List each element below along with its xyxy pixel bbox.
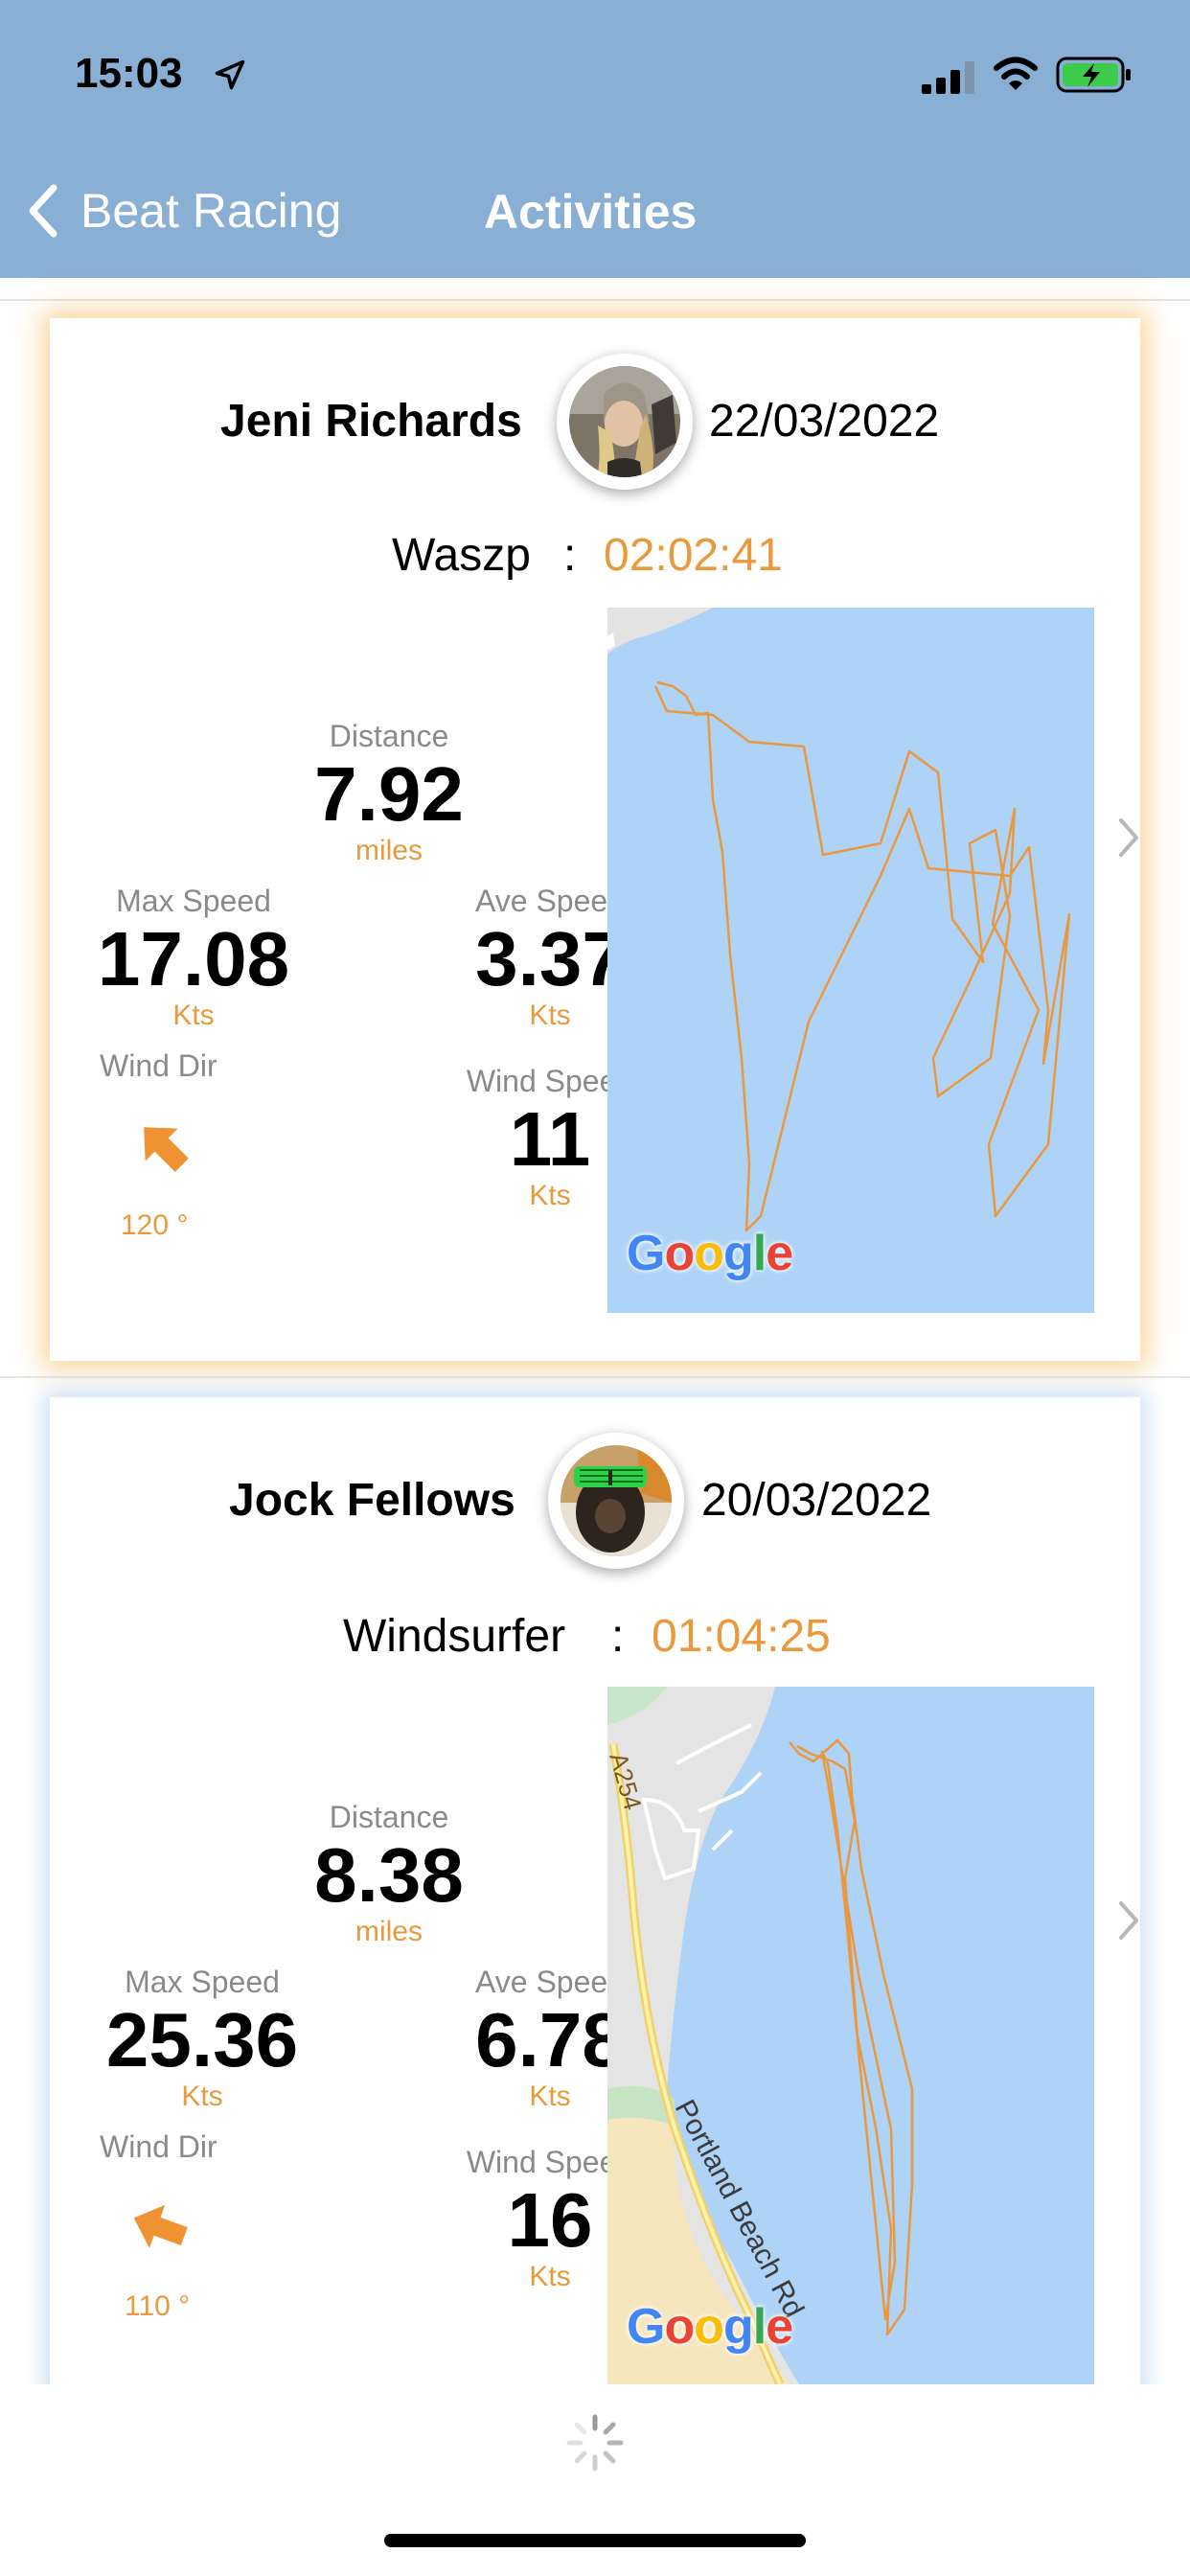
distance-label: Distance — [329, 1800, 449, 1834]
distance-value: 8.38 — [314, 1832, 464, 1918]
chevron-right-icon[interactable] — [1115, 1898, 1142, 1944]
chevron-right-icon[interactable] — [1115, 815, 1142, 861]
activity-card[interactable]: Jock Fellows 20/03/2022 Windsurfer : 01:… — [50, 1397, 1140, 2451]
activity-header: Jeni Richards 22/03/2022 — [50, 354, 1140, 491]
wind-direction-arrow-icon — [144, 1127, 189, 1172]
activity-header: Jock Fellows 20/03/2022 — [50, 1433, 1140, 1570]
max-speed-stat: Max Speed 17.08 Kts — [50, 884, 337, 1032]
craft-type: Windsurfer — [343, 1611, 566, 1662]
distance-unit: miles — [355, 1916, 423, 1947]
user-name: Jock Fellows — [229, 1475, 515, 1526]
wind-direction-arrow-icon — [133, 2204, 188, 2248]
max-speed-stat: Max Speed 25.36 Kts — [50, 1965, 355, 2113]
location-arrow-icon — [215, 59, 245, 90]
avatar-photo — [561, 1445, 672, 1556]
cellular-signal-icon — [922, 61, 974, 94]
avatar[interactable] — [548, 1433, 684, 1569]
max-speed-value: 17.08 — [97, 916, 290, 1001]
wind-dir-value: 120 ° — [121, 1209, 189, 1241]
activity-duration: 02:02:41 — [604, 530, 783, 581]
map-canvas: A254 Portland Beach Rd — [607, 1687, 914, 2384]
home-indicator[interactable] — [384, 2534, 806, 2547]
list-divider — [0, 299, 1190, 301]
distance-label: Distance — [329, 719, 449, 753]
wind-dir-label: Wind Dir — [100, 2129, 217, 2164]
user-name: Jeni Richards — [220, 396, 522, 447]
header: 15:03 Beat Racing Activities — [0, 0, 1190, 278]
activity-duration: 01:04:25 — [652, 1611, 831, 1662]
chevron-left-icon — [29, 184, 57, 238]
max-speed-value: 25.36 — [105, 1997, 299, 2082]
craft-type: Waszp — [392, 530, 531, 581]
max-speed-unit: Kts — [181, 2081, 223, 2112]
back-label: Beat Racing — [80, 184, 342, 238]
activity-date: 22/03/2022 — [709, 396, 940, 447]
max-speed-label: Max Speed — [116, 884, 271, 918]
battery-charging-icon — [1056, 57, 1131, 93]
distance-stat: Distance 7.92 miles — [203, 719, 575, 867]
track-map[interactable]: A254 Portland Beach Rd Google — [607, 1687, 1094, 2384]
loading-spinner-icon — [566, 2414, 624, 2472]
distance-stat: Distance 8.38 miles — [203, 1800, 575, 1948]
track-map[interactable]: Google — [607, 608, 1094, 1313]
activity-card[interactable]: Jeni Richards 22/03/2022 Waszp : 02:02:4… — [50, 318, 1140, 1361]
wind-dir-value: 110 ° — [125, 2290, 191, 2322]
max-speed-label: Max Speed — [125, 1965, 280, 1999]
list-divider — [0, 1376, 1190, 1378]
activity-date: 20/03/2022 — [701, 1475, 932, 1526]
status-time: 15:03 — [75, 50, 183, 97]
back-button[interactable]: Beat Racing — [25, 180, 341, 242]
avatar-photo — [569, 366, 680, 477]
distance-value: 7.92 — [314, 751, 464, 837]
google-logo: Google — [627, 2299, 793, 2355]
page-title: Activities — [484, 185, 698, 239]
avatar[interactable] — [557, 354, 693, 490]
status-bar: 15:03 — [0, 0, 1190, 144]
separator-colon: : — [611, 1611, 625, 1662]
map-canvas — [607, 608, 1071, 1232]
distance-unit: miles — [355, 835, 423, 866]
wifi-icon — [994, 57, 1038, 90]
wind-dir-label: Wind Dir — [100, 1048, 217, 1083]
google-logo: Google — [627, 1226, 793, 1281]
max-speed-unit: Kts — [172, 1000, 215, 1031]
separator-colon: : — [563, 530, 577, 581]
